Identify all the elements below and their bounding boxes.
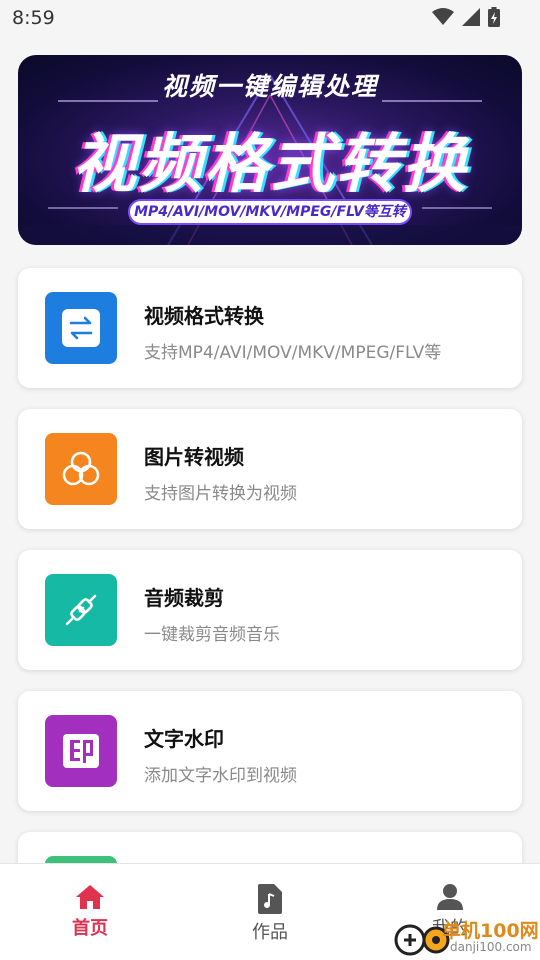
- site-watermark: 单机100网 danji100.com: [390, 912, 540, 960]
- feature-desc: 支持图片转换为视频: [144, 484, 297, 504]
- watermark-url: danji100.com: [450, 940, 532, 954]
- plug-icon: [45, 574, 117, 646]
- status-bar: 8:59: [0, 0, 540, 36]
- wifi-icon: [432, 8, 454, 30]
- feature-title: 音频裁剪: [144, 586, 224, 610]
- nav-label-home: 首页: [72, 918, 108, 939]
- battery-icon: [488, 7, 500, 31]
- feature-desc: 支持MP4/AVI/MOV/MKV/MPEG/FLV等: [144, 343, 442, 363]
- feature-card-video-convert[interactable]: 视频格式转换 支持MP4/AVI/MOV/MKV/MPEG/FLV等: [18, 268, 522, 388]
- watermark-logo-icon: [394, 924, 450, 956]
- music-file-icon: [258, 884, 282, 914]
- banner-title: 视频格式转换: [72, 128, 468, 202]
- three-circles-icon: [45, 433, 117, 505]
- stamp-icon: [45, 715, 117, 787]
- watermark-text: 单机100网: [442, 920, 539, 942]
- banner-subtitle: 视频一键编辑处理: [161, 72, 378, 101]
- convert-arrows-icon: [45, 292, 117, 364]
- status-time: 8:59: [12, 7, 55, 29]
- promo-banner[interactable]: 视频一键编辑处理 视频格式转换 MP4/AVI/MOV/MKV/MPEG/FLV…: [18, 55, 522, 245]
- status-icons: [432, 7, 500, 31]
- nav-item-works[interactable]: 作品: [220, 884, 320, 944]
- home-icon: [76, 885, 104, 909]
- feature-desc: 一键裁剪音频音乐: [144, 625, 280, 645]
- feature-title: 图片转视频: [144, 445, 244, 469]
- nav-item-home[interactable]: 首页: [40, 884, 140, 940]
- feature-card-audio-trim[interactable]: 音频裁剪 一键裁剪音频音乐: [18, 550, 522, 670]
- feature-title: 文字水印: [144, 727, 224, 751]
- user-icon: [437, 884, 463, 910]
- signal-icon: [462, 8, 480, 30]
- nav-label-works: 作品: [252, 922, 288, 943]
- feature-card-image-to-video[interactable]: 图片转视频 支持图片转换为视频: [18, 409, 522, 529]
- feature-desc: 添加文字水印到视频: [144, 766, 297, 786]
- app-screen: 8:59 视频一键编辑处理 视频格式转换 MP4/AVI/MOV/MKV/MPE: [0, 0, 540, 960]
- feature-card-text-watermark[interactable]: 文字水印 添加文字水印到视频: [18, 691, 522, 811]
- feature-title: 视频格式转换: [144, 304, 264, 328]
- banner-formats-pill: MP4/AVI/MOV/MKV/MPEG/FLV等互转: [128, 199, 412, 225]
